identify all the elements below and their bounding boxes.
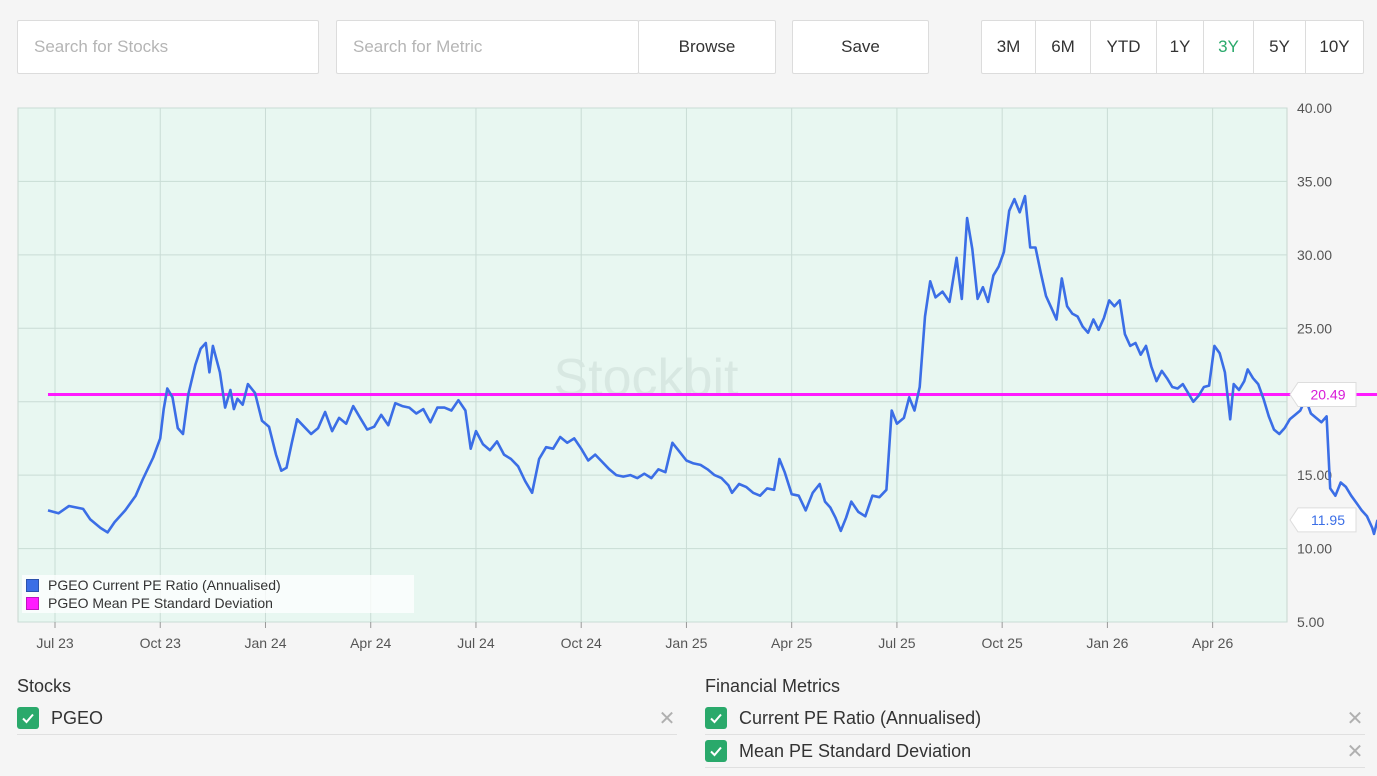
x-tick-label: Oct 23 [140, 635, 181, 651]
metrics-section-title: Financial Metrics [705, 676, 841, 696]
close-icon[interactable]: ✕ [657, 706, 677, 731]
last-value-labels: 20.49 11.95 [1289, 382, 1357, 533]
x-tick-label: Jan 26 [1086, 635, 1128, 651]
legend-label-mean: PGEO Mean PE Standard Deviation [48, 595, 273, 611]
x-tick-label: Jul 24 [457, 635, 495, 651]
save-button[interactable]: Save [792, 20, 929, 74]
legend-swatch-pe [26, 578, 39, 592]
range-ytd-button[interactable]: YTD [1091, 21, 1157, 73]
x-tick-label: Apr 26 [1192, 635, 1233, 651]
x-tick-label: Oct 24 [561, 635, 602, 651]
close-icon[interactable]: ✕ [1345, 706, 1365, 731]
current-value-label: 11.95 [1289, 507, 1357, 533]
stock-label: PGEO [51, 707, 104, 728]
close-icon[interactable]: ✕ [1345, 739, 1365, 764]
range-1y-button[interactable]: 1Y [1157, 21, 1204, 73]
x-tick-label: Oct 25 [982, 635, 1023, 651]
check-icon[interactable] [17, 707, 39, 729]
watermark: Stockbit [554, 349, 740, 407]
x-tick-label: Jan 24 [244, 635, 286, 651]
time-range-selector: 3M 6M YTD 1Y 3Y 5Y 10Y [981, 20, 1364, 74]
y-tick-label: 25.00 [1297, 320, 1332, 336]
y-tick-label: 30.00 [1297, 247, 1332, 263]
y-axis: 40.0035.0030.0025.0020.0015.0010.005.00 [1297, 100, 1332, 630]
x-tick-label: Jul 23 [36, 635, 74, 651]
y-tick-label: 35.00 [1297, 173, 1332, 189]
x-tick-label: Apr 24 [350, 635, 391, 651]
range-10y-button[interactable]: 10Y [1306, 21, 1363, 73]
x-axis: Jul 23 Oct 23 Jan 24 Apr 24 Jul 24 Oct 24 Jan … [36, 622, 1233, 651]
x-tick-label: Apr 25 [771, 635, 812, 651]
browse-button[interactable]: Browse [638, 20, 776, 74]
check-icon[interactable] [705, 707, 727, 729]
current-value-label-text: 11.95 [1311, 512, 1345, 528]
legend-label-pe: PGEO Current PE Ratio (Annualised) [48, 577, 281, 593]
range-3y-button[interactable]: 3Y [1204, 21, 1254, 73]
search-metric-input[interactable] [336, 20, 639, 74]
check-icon[interactable] [705, 740, 727, 762]
y-tick-label: 5.00 [1297, 614, 1324, 630]
y-tick-label: 10.00 [1297, 541, 1332, 557]
metric-row-current-pe: Current PE Ratio (Annualised) ✕ [705, 702, 1365, 735]
mean-value-label: 20.49 [1289, 382, 1357, 408]
stocks-section-title: Stocks [17, 676, 72, 696]
metric-label: Current PE Ratio (Annualised) [739, 707, 982, 728]
legend-item-mean: PGEO Mean PE Standard Deviation [26, 594, 410, 612]
x-tick-label: Jul 25 [878, 635, 916, 651]
y-tick-label: 15.00 [1297, 467, 1332, 483]
search-stocks-input[interactable] [17, 20, 319, 74]
metric-row-mean-pe: Mean PE Standard Deviation ✕ [705, 735, 1365, 768]
stock-row-pgeo: PGEO ✕ [17, 702, 677, 735]
range-5y-button[interactable]: 5Y [1254, 21, 1306, 73]
range-3m-button[interactable]: 3M [982, 21, 1036, 73]
legend-swatch-mean [26, 596, 39, 610]
metric-label: Mean PE Standard Deviation [739, 740, 972, 761]
range-6m-button[interactable]: 6M [1036, 21, 1091, 73]
y-tick-label: 40.00 [1297, 100, 1332, 116]
x-tick-label: Jan 25 [665, 635, 707, 651]
chart-legend: PGEO Current PE Ratio (Annualised) PGEO … [22, 575, 414, 613]
mean-value-label-text: 20.49 [1310, 387, 1345, 403]
legend-item-pe: PGEO Current PE Ratio (Annualised) [26, 576, 410, 594]
